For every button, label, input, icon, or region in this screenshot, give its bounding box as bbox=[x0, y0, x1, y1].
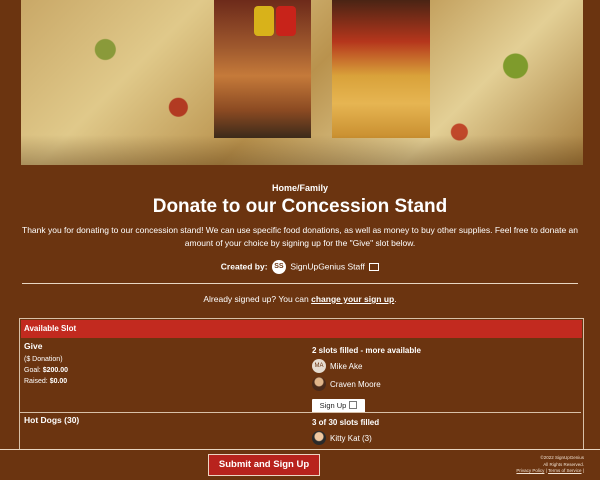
slot-name: Hot Dogs (30) bbox=[24, 415, 80, 425]
creator-name[interactable]: SignUpGenius Staff bbox=[290, 261, 365, 271]
row-divider bbox=[20, 412, 581, 413]
slot-status: 3 of 30 slots filled bbox=[312, 418, 380, 427]
slot-hotdogs-info: Hot Dogs (30) bbox=[24, 415, 79, 425]
slot-table: Available Slot bbox=[19, 318, 584, 451]
mail-icon[interactable] bbox=[369, 263, 380, 271]
header-banner bbox=[21, 0, 583, 165]
change-signup-link[interactable]: change your sign up bbox=[311, 294, 394, 304]
divider bbox=[22, 283, 578, 284]
page-title: Donate to our Concession Stand bbox=[152, 196, 448, 217]
list-item: Craven Moore bbox=[312, 376, 421, 392]
avatar bbox=[312, 377, 326, 391]
list-item: MA Mike Ake bbox=[312, 358, 421, 374]
pretzel-photo bbox=[214, 0, 311, 138]
slot-give-info: Give ($ Donation) Goal: $200.00 Raised: … bbox=[24, 341, 68, 385]
avatar: MA bbox=[312, 359, 326, 373]
slot-name: Give bbox=[24, 341, 43, 351]
submit-button[interactable]: Submit and Sign Up bbox=[208, 454, 320, 476]
hotdog-photo bbox=[332, 0, 430, 138]
signup-button[interactable]: Sign Up bbox=[312, 399, 365, 413]
table-header: Available Slot bbox=[21, 320, 582, 338]
slot-hotdogs-status: 3 of 30 slots filled Kitty Kat (3) bbox=[312, 418, 379, 446]
footer-legal: ©2022 SignUpGenius All Rights Reserved. … bbox=[516, 455, 584, 473]
checkbox[interactable] bbox=[349, 401, 358, 409]
list-item: Kitty Kat (3) bbox=[312, 430, 379, 446]
mustard-bottle bbox=[254, 6, 274, 36]
terms-link[interactable]: Terms of Service bbox=[548, 468, 582, 473]
category-label: Home/Family bbox=[271, 183, 329, 193]
footer-bar: Submit and Sign Up ©2022 SignUpGenius Al… bbox=[0, 449, 600, 480]
slot-give-status: 2 slots filled - more available MA Mike … bbox=[312, 346, 421, 392]
already-signed-up: Already signed up? You can change your s… bbox=[203, 294, 397, 304]
ketchup-bottle bbox=[276, 6, 296, 36]
creator-avatar: SS bbox=[271, 260, 286, 274]
created-by: Created by: SS SignUpGenius Staff bbox=[0, 260, 600, 274]
description: Thank you for donating to our concession… bbox=[22, 225, 578, 248]
slot-status: 2 slots filled - more available bbox=[312, 346, 421, 355]
privacy-link[interactable]: Privacy Policy bbox=[516, 468, 544, 473]
avatar bbox=[312, 431, 326, 445]
created-by-label: Created by: bbox=[220, 261, 268, 272]
